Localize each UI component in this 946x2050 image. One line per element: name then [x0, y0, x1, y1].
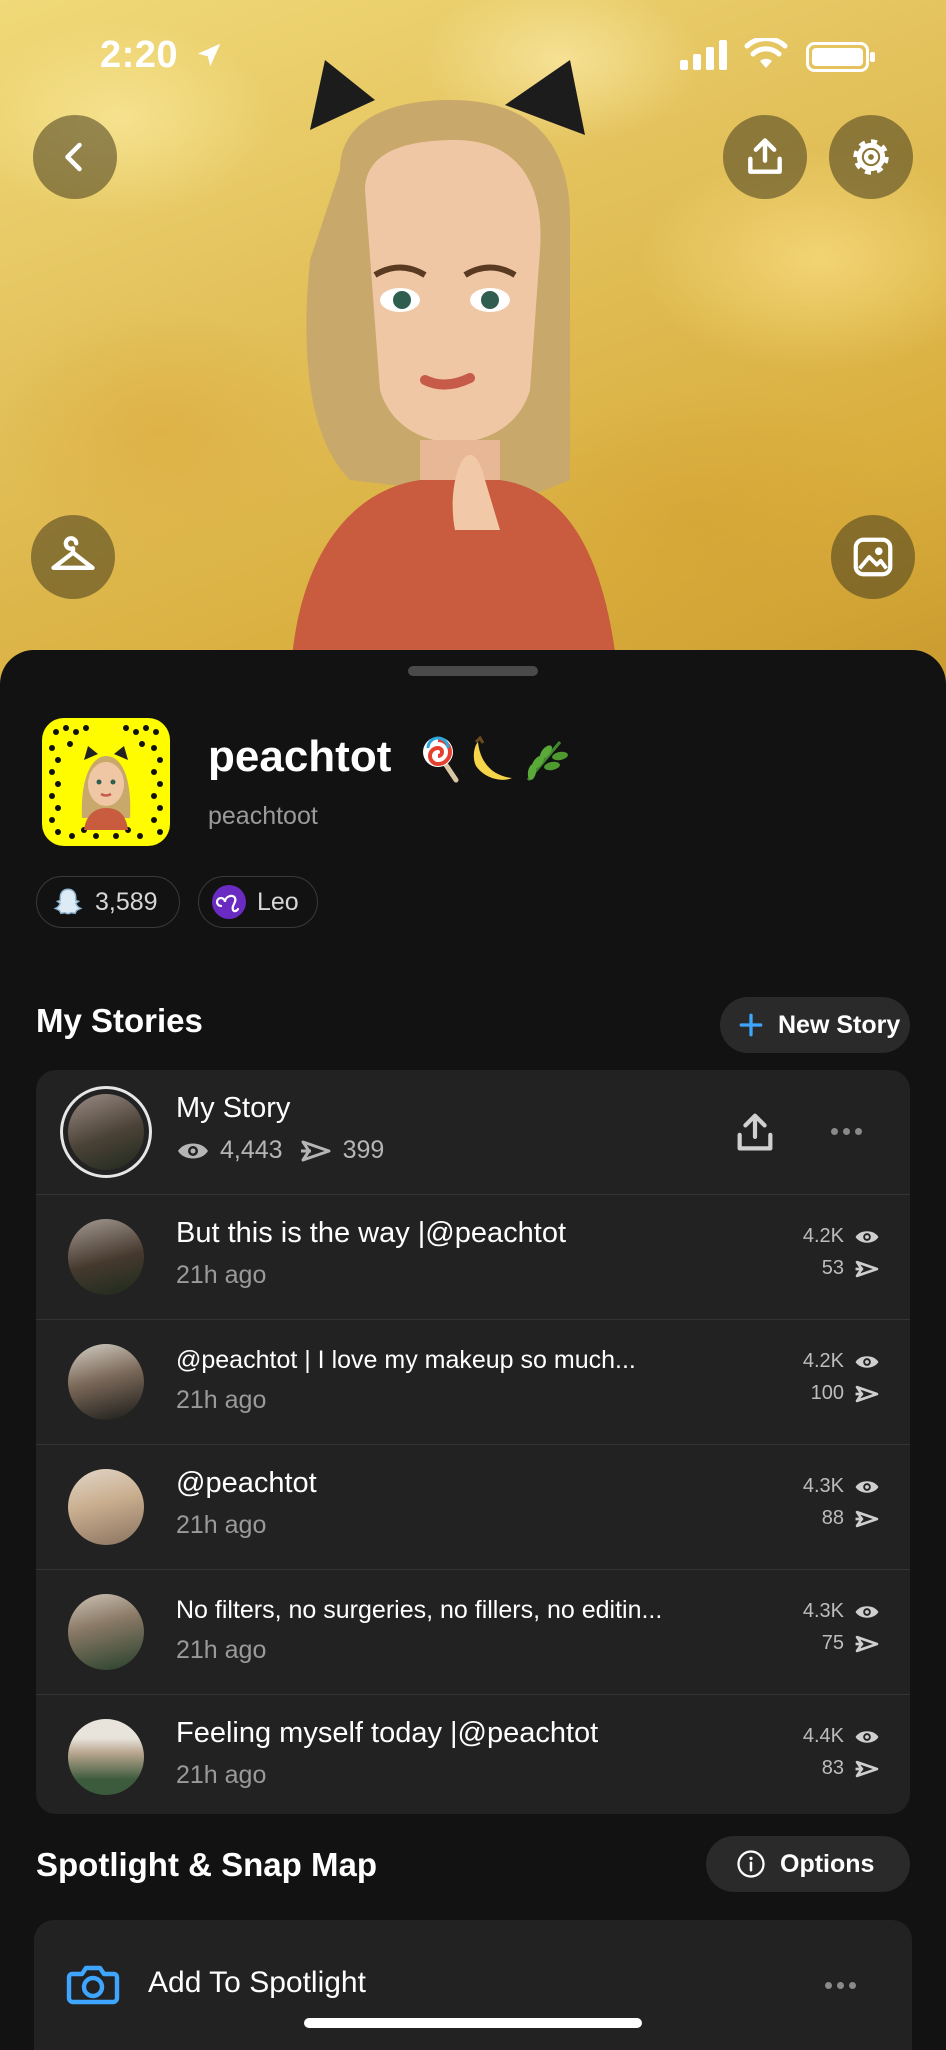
wifi-icon: [744, 38, 788, 68]
story-time: 21h ago: [176, 1261, 267, 1289]
my-stories-title: My Stories: [36, 1002, 203, 1039]
new-story-label: New Story: [778, 1010, 901, 1039]
story-views: 4.2K: [802, 1225, 844, 1247]
my-story-title: My Story: [176, 1092, 291, 1124]
story-thumbnail: [68, 1719, 144, 1795]
profile-sheet: peachtot peachtoot 3,589 Leo My Stories …: [0, 650, 946, 2050]
share-icon: [748, 138, 782, 174]
snapscore-pill[interactable]: 3,589: [36, 876, 180, 928]
story-replies: 83: [821, 1757, 844, 1779]
my-story-stats: 4,443 399: [176, 1136, 384, 1165]
screenshot-arrows-icon: [300, 1140, 331, 1161]
my-stories-list: My Story 4,443 399 But this is the way |…: [36, 1070, 910, 1814]
screenshot-arrows-icon: [855, 1760, 879, 1777]
story-views: 4.3K: [802, 1600, 844, 1622]
story-time: 21h ago: [176, 1761, 267, 1789]
options-label: Options: [780, 1849, 875, 1878]
story-views: 4.3K: [802, 1475, 844, 1497]
screenshot-arrows-icon: [855, 1510, 879, 1527]
banana-icon: [473, 735, 512, 780]
profile-hero-background: 2:20: [0, 0, 946, 700]
herb-icon: [526, 741, 568, 781]
status-time: 2:20: [100, 34, 179, 76]
bitmoji-avatar: [290, 60, 620, 700]
story-title: @peachtot | I love my makeup so much...: [176, 1346, 636, 1374]
image-icon: [853, 537, 893, 577]
story-row[interactable]: @peachtot 21h ago 4.3K 88: [36, 1445, 910, 1570]
snapcode[interactable]: [42, 718, 170, 846]
back-button[interactable]: [33, 115, 117, 199]
story-time: 21h ago: [176, 1636, 267, 1664]
story-title: But this is the way |@peachtot: [176, 1217, 566, 1249]
display-name: peachtot: [208, 732, 392, 781]
settings-button[interactable]: [829, 115, 913, 199]
story-views: 4.2K: [802, 1350, 844, 1372]
info-icon: [737, 1850, 765, 1878]
zodiac-pill[interactable]: Leo: [198, 876, 318, 928]
name-emojis: [420, 732, 570, 793]
eye-icon: [855, 1730, 879, 1743]
snap-ghost-icon: [53, 888, 83, 915]
story-time: 21h ago: [176, 1511, 267, 1539]
snapcode-icon: [49, 725, 163, 839]
eye-icon: [855, 1605, 879, 1618]
cellular-signal-icon: [680, 40, 727, 70]
screenshot-arrows-icon: [855, 1385, 879, 1402]
story-row[interactable]: But this is the way |@peachtot 21h ago 4…: [36, 1195, 910, 1320]
options-button[interactable]: Options: [706, 1836, 910, 1892]
plus-icon: [739, 1013, 763, 1037]
screenshot-arrows-icon: [855, 1635, 879, 1652]
add-to-spotlight-label: Add To Spotlight: [148, 1966, 366, 1999]
camera-icon: [66, 1965, 120, 2005]
story-thumbnail: [68, 1344, 144, 1420]
new-story-button[interactable]: New Story: [720, 997, 910, 1053]
eye-icon: [855, 1355, 879, 1368]
story-row[interactable]: @peachtot | I love my makeup so much... …: [36, 1320, 910, 1445]
spotlight-more-icon[interactable]: [825, 1982, 856, 1989]
hanger-icon: [51, 536, 95, 570]
my-story-thumbnail: [60, 1086, 152, 1178]
story-row[interactable]: Feeling myself today |@peachtot 21h ago …: [36, 1695, 910, 1814]
sheet-grabber[interactable]: [408, 666, 538, 676]
story-title: @peachtot: [176, 1467, 317, 1499]
screenshot-arrows-icon: [855, 1260, 879, 1277]
outfit-button[interactable]: [31, 515, 115, 599]
eye-icon: [178, 1143, 208, 1158]
spotlight-title: Spotlight & Snap Map: [36, 1846, 377, 1883]
share-story-icon[interactable]: [732, 1110, 778, 1156]
story-replies: 88: [821, 1507, 844, 1529]
story-time: 21h ago: [176, 1386, 267, 1414]
eye-icon: [855, 1480, 879, 1493]
story-replies: 53: [821, 1257, 844, 1279]
my-story-more-icon[interactable]: [831, 1128, 862, 1135]
story-row[interactable]: No filters, no surgeries, no fillers, no…: [36, 1570, 910, 1695]
leo-zodiac-icon: [212, 885, 246, 919]
story-replies: 75: [821, 1632, 844, 1654]
my-story-row[interactable]: My Story 4,443 399: [36, 1070, 910, 1195]
username: peachtoot: [208, 802, 318, 830]
snapscore-value: 3,589: [95, 887, 158, 916]
eye-icon: [855, 1230, 879, 1243]
my-story-views: 4,443: [220, 1136, 283, 1164]
add-to-spotlight-row[interactable]: Add To Spotlight: [34, 1920, 912, 2050]
home-indicator[interactable]: [304, 2018, 642, 2028]
share-profile-button[interactable]: [723, 115, 807, 199]
chevron-left-icon: [65, 142, 82, 172]
battery-icon: [806, 42, 875, 72]
story-thumbnail: [68, 1219, 144, 1295]
story-title: Feeling myself today |@peachtot: [176, 1717, 599, 1749]
story-title: No filters, no surgeries, no fillers, no…: [176, 1596, 663, 1624]
location-arrow-icon: [197, 43, 221, 67]
story-replies: 100: [810, 1382, 844, 1404]
zodiac-label: Leo: [257, 887, 299, 916]
story-thumbnail: [68, 1469, 144, 1545]
lollipop-icon: [423, 736, 459, 783]
change-background-button[interactable]: [831, 515, 915, 599]
story-thumbnail: [68, 1594, 144, 1670]
story-views: 4.4K: [802, 1725, 844, 1747]
my-story-screenshots: 399: [342, 1136, 385, 1164]
gear-icon: [853, 139, 889, 175]
